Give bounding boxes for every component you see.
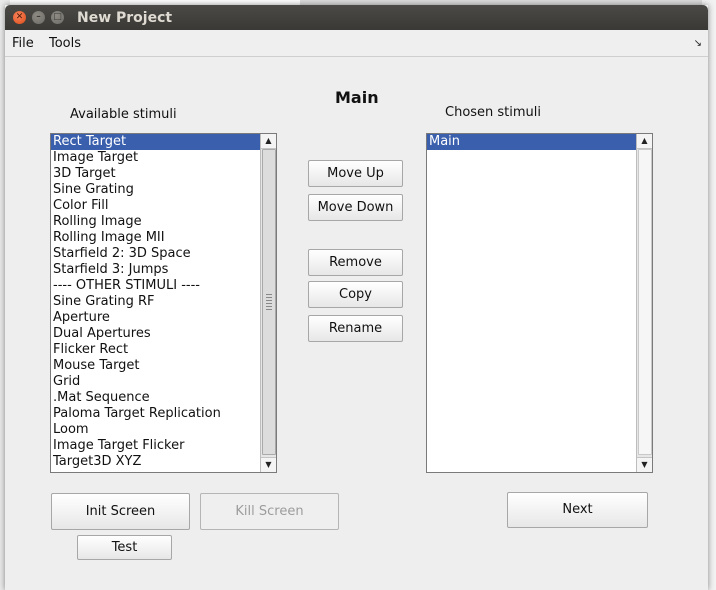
list-item[interactable]: Sine Grating RF [51,294,261,310]
list-item[interactable]: Image Target Flicker [51,438,261,454]
copy-button[interactable]: Copy [308,281,403,308]
list-item[interactable]: Grid [51,374,261,390]
available-stimuli-list[interactable]: Rect Target Image Target 3D Target Sine Gra… [50,133,277,473]
new-project-window: ✕ – □ New Project File Tools ↘ Main Avai… [5,5,708,590]
list-item[interactable]: Rolling Image MII [51,230,261,246]
list-item[interactable]: .Mat Sequence [51,390,261,406]
scroll-up-arrow-icon[interactable]: ▲ [261,134,276,149]
list-item[interactable]: Rect Target [51,134,261,150]
move-down-button[interactable]: Move Down [308,194,403,221]
menu-bar: File Tools ↘ [5,30,708,57]
scrollbar-grip [266,294,272,310]
list-item[interactable]: Starfield 2: 3D Space [51,246,261,262]
scrollbar-thumb[interactable] [638,149,652,455]
list-item[interactable]: Flicker Rect [51,342,261,358]
remove-button[interactable]: Remove [308,249,403,276]
list-item[interactable]: 3D Target [51,166,261,182]
list-item[interactable]: Main [427,134,637,150]
dock-arrow-icon[interactable]: ↘ [694,38,702,49]
minimize-window-icon[interactable]: – [32,11,45,24]
window-title: New Project [77,10,173,26]
next-button[interactable]: Next [507,492,648,528]
list-item[interactable]: Target3D XYZ [51,454,261,470]
chosen-stimuli-list[interactable]: Main ▲ ▼ [426,133,653,473]
scroll-down-arrow-icon[interactable]: ▼ [637,457,652,472]
list-item[interactable]: Sine Grating [51,182,261,198]
list-item[interactable]: Aperture [51,310,261,326]
rename-button[interactable]: Rename [308,315,403,342]
kill-screen-button: Kill Screen [200,493,339,530]
move-up-button[interactable]: Move Up [308,160,403,187]
available-stimuli-items: Rect Target Image Target 3D Target Sine Gra… [51,134,261,472]
scroll-up-arrow-icon[interactable]: ▲ [637,134,652,149]
close-window-icon[interactable]: ✕ [13,11,26,24]
available-stimuli-label: Available stimuli [70,107,177,122]
list-item[interactable]: Image Target [51,150,261,166]
scrollbar-thumb[interactable] [262,149,276,455]
list-item[interactable]: Dual Apertures [51,326,261,342]
main-panel: Main Available stimuli Chosen stimuli Re… [5,57,708,590]
chosen-stimuli-items: Main [427,134,637,472]
init-screen-button[interactable]: Init Screen [51,493,190,530]
menu-file[interactable]: File [12,36,34,51]
list-item[interactable]: Rolling Image [51,214,261,230]
list-item[interactable]: Starfield 3: Jumps [51,262,261,278]
scroll-down-arrow-icon[interactable]: ▼ [261,457,276,472]
list-item[interactable]: ---- OTHER STIMULI ---- [51,278,261,294]
list-item[interactable]: Loom [51,422,261,438]
test-button[interactable]: Test [77,535,172,560]
maximize-window-icon[interactable]: □ [51,11,64,24]
list-item[interactable]: Mouse Target [51,358,261,374]
list-item[interactable]: Paloma Target Replication [51,406,261,422]
chosen-stimuli-label: Chosen stimuli [445,105,542,120]
title-bar[interactable]: ✕ – □ New Project [5,5,708,30]
panel-title: Main [335,88,379,107]
chosen-list-scrollbar[interactable]: ▲ ▼ [636,134,652,472]
menu-tools[interactable]: Tools [49,36,81,51]
available-list-scrollbar[interactable]: ▲ ▼ [260,134,276,472]
list-item[interactable]: Color Fill [51,198,261,214]
